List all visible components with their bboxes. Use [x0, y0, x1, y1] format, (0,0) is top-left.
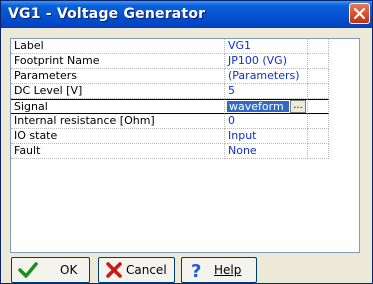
- window-title: VG1 - Voltage Generator: [8, 6, 206, 22]
- voltage-generator-dialog: VG1 - Voltage Generator Label VG1 Footpr…: [0, 0, 373, 284]
- property-extra-cell: [308, 39, 329, 54]
- property-name: Parameters: [11, 69, 225, 84]
- property-extra-cell: [308, 144, 329, 159]
- property-extra-cell: [308, 129, 329, 144]
- checkmark-icon: [18, 262, 38, 278]
- property-extra-cell: [308, 54, 329, 69]
- property-name: Footprint Name: [11, 54, 225, 69]
- cross-icon: [106, 262, 122, 278]
- question-mark-icon: ?: [191, 261, 201, 279]
- ellipsis-button[interactable]: ...: [290, 100, 306, 113]
- ok-label: OK: [60, 263, 78, 277]
- help-label: Help: [214, 263, 242, 277]
- dialog-body: Label VG1 Footprint Name JP100 (VG) Para…: [4, 28, 369, 283]
- cancel-label: Cancel: [126, 263, 167, 277]
- property-name: Label: [11, 39, 225, 54]
- property-extra-cell: [308, 99, 329, 114]
- property-value[interactable]: JP100 (VG): [225, 54, 308, 69]
- property-value[interactable]: Input: [225, 129, 308, 144]
- property-value[interactable]: VG1: [225, 39, 308, 54]
- property-value[interactable]: None: [225, 144, 308, 159]
- property-extra-cell: [308, 69, 329, 84]
- property-name: Fault: [11, 144, 225, 159]
- signal-value-editor[interactable]: waveform: [227, 101, 289, 112]
- property-extra-cell: [308, 84, 329, 99]
- property-grid: Label VG1 Footprint Name JP100 (VG) Para…: [10, 38, 360, 253]
- svg-text:?: ?: [191, 261, 201, 279]
- property-value[interactable]: 0: [225, 114, 308, 129]
- property-name: IO state: [11, 129, 225, 144]
- property-name: Internal resistance [Ohm]: [11, 114, 225, 129]
- ok-button[interactable]: OK: [11, 257, 90, 283]
- property-value[interactable]: (Parameters): [225, 69, 308, 84]
- property-name: Signal: [11, 99, 225, 114]
- cancel-button[interactable]: Cancel: [98, 257, 175, 283]
- close-icon: [354, 8, 365, 19]
- close-button[interactable]: [349, 3, 370, 24]
- property-name: DC Level [V]: [11, 84, 225, 99]
- property-extra-cell: [308, 114, 329, 129]
- property-value[interactable]: 5: [225, 84, 308, 99]
- title-bar[interactable]: VG1 - Voltage Generator: [1, 1, 372, 28]
- help-button[interactable]: ? Help: [181, 257, 257, 283]
